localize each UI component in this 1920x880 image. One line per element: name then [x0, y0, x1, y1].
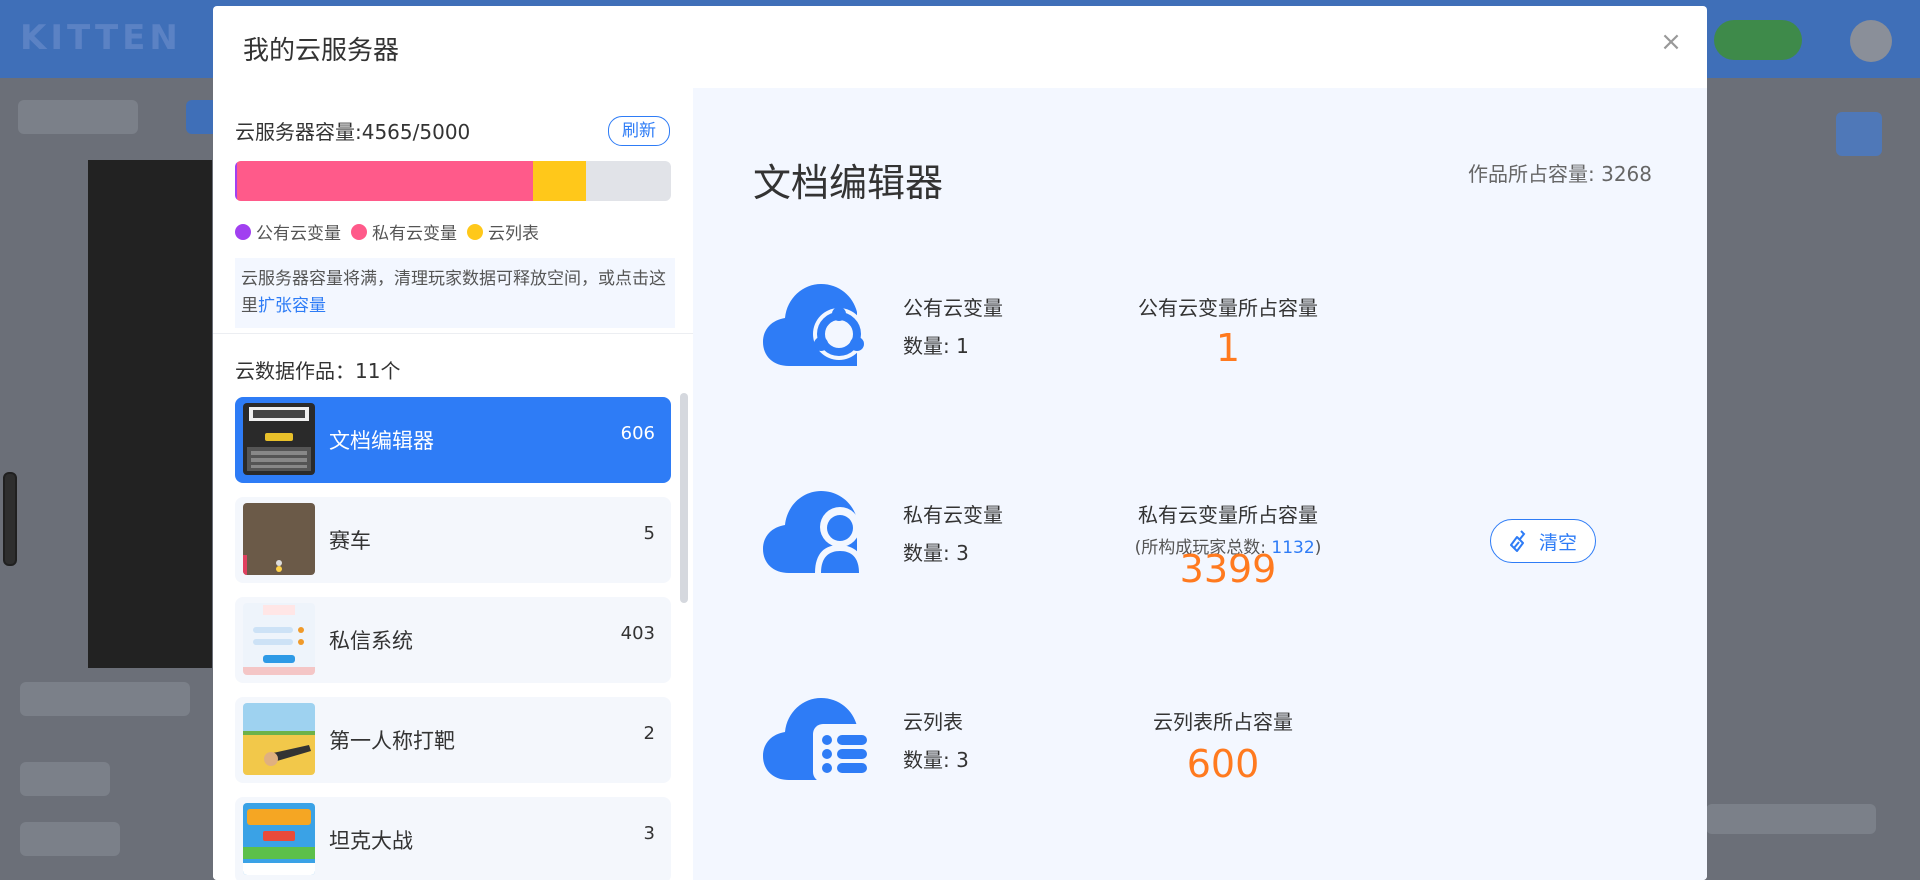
capacity-segment-private [236, 161, 534, 201]
dialog-title: 我的云服务器 [243, 36, 400, 66]
refresh-button[interactable]: 刷新 [608, 116, 670, 146]
works-count-label: 云数据作品：11个 [235, 359, 401, 383]
cloud-list-icon [763, 698, 875, 782]
work-size-label: 作品所占容量: 3268 [1468, 162, 1652, 186]
legend-item-public: 公有云变量 [235, 219, 341, 244]
close-icon: × [1660, 27, 1682, 57]
private-variable-capacity-label: 私有云变量所占容量 [1138, 503, 1318, 527]
background-scroll-handle [3, 472, 17, 566]
list-item[interactable]: 文档编辑器 606 [235, 397, 671, 483]
capacity-legend: 公有云变量 私有云变量 云列表 [235, 219, 539, 244]
clear-button[interactable]: 清空 [1490, 519, 1596, 563]
work-count: 5 [643, 523, 655, 544]
cloud-list-count: 数量: 3 [903, 748, 969, 772]
legend-label-list: 云列表 [488, 224, 539, 244]
background-button [1706, 804, 1876, 834]
clear-button-label: 清空 [1538, 531, 1577, 554]
private-variable-count: 数量: 3 [903, 541, 969, 565]
divider [213, 333, 693, 334]
cloud-list-row: 云列表 数量: 3 云列表所占容量 600 [693, 688, 1707, 798]
work-thumbnail [243, 703, 315, 775]
work-count: 2 [643, 723, 655, 744]
work-count: 3 [643, 823, 655, 844]
capacity-label: 云服务器容量:4565/5000 [235, 120, 471, 144]
works-list-scrollbar[interactable] [680, 393, 688, 603]
background-avatar [1850, 20, 1892, 62]
legend-dot-public [235, 223, 251, 240]
work-thumbnail [243, 403, 315, 475]
legend-label-public: 公有云变量 [256, 224, 341, 244]
private-variable-capacity-value: 3399 [1179, 547, 1277, 591]
legend-dot-list [467, 223, 483, 240]
public-variable-name: 公有云变量 [903, 296, 1003, 320]
close-button[interactable]: × [1657, 28, 1685, 56]
work-thumbnail [243, 503, 315, 575]
list-item[interactable]: 第一人称打靶 2 [235, 697, 671, 783]
work-name: 第一人称打靶 [329, 729, 455, 753]
public-variable-capacity-label: 公有云变量所占容量 [1138, 296, 1318, 320]
work-name: 文档编辑器 [329, 429, 434, 453]
cloud-user-icon [763, 491, 865, 573]
background-publish-button [1714, 20, 1802, 60]
legend-label-private: 私有云变量 [372, 224, 457, 244]
work-thumbnail [243, 603, 315, 675]
private-variable-row: 私有云变量 数量: 3 私有云变量所占容量 (所构成玩家总数: 1132) 33… [693, 481, 1707, 591]
legend-item-list: 云列表 [467, 219, 539, 244]
work-count: 403 [620, 623, 655, 644]
list-item[interactable]: 赛车 5 [235, 497, 671, 583]
background-button [20, 822, 120, 856]
background-logo: KITTEN [20, 18, 182, 58]
work-name: 赛车 [329, 529, 371, 553]
background-button [20, 762, 110, 796]
detail-panel: 文档编辑器 作品所占容量: 3268 公有云变量 数量: 1 公有云变量所占容量… [693, 88, 1707, 880]
list-item[interactable]: 私信系统 403 [235, 597, 671, 683]
background-button [18, 100, 138, 134]
work-count: 606 [620, 423, 655, 444]
public-variable-capacity-value: 1 [1215, 326, 1241, 370]
work-name: 私信系统 [329, 629, 413, 653]
public-variable-row: 公有云变量 数量: 1 公有云变量所占容量 1 [693, 274, 1707, 384]
cloud-list-name: 云列表 [903, 710, 963, 734]
left-panel: 云服务器容量:4565/5000 刷新 公有云变量 私有云变量 云列表 云服务器… [213, 88, 693, 880]
background-button [20, 682, 190, 716]
cloud-list-capacity-label: 云列表所占容量 [1153, 710, 1293, 734]
cloud-server-dialog: 我的云服务器 × 云服务器容量:4565/5000 刷新 公有云变量 私有云变量… [213, 6, 1707, 880]
background-stage [88, 160, 212, 668]
work-thumbnail [243, 803, 315, 875]
capacity-segment-list [533, 161, 586, 201]
public-variable-count: 数量: 1 [903, 334, 969, 358]
dialog-header: 我的云服务器 × [213, 6, 1707, 89]
cloud-list-capacity-value: 600 [1186, 742, 1260, 786]
background-button [1836, 112, 1882, 156]
private-variable-name: 私有云变量 [903, 503, 1003, 527]
list-item[interactable]: 坦克大战 3 [235, 797, 671, 880]
work-name: 坦克大战 [329, 829, 413, 853]
expand-capacity-link[interactable]: 扩张容量 [258, 296, 326, 316]
capacity-notice: 云服务器容量将满，清理玩家数据可释放空间，或点击这里扩张容量 [235, 258, 675, 328]
capacity-bar [235, 161, 671, 201]
legend-item-private: 私有云变量 [351, 219, 457, 244]
works-list: 文档编辑器 606 赛车 5 私信系统 403 第一人称打靶 2 坦克大战 3 [235, 397, 671, 880]
legend-dot-private [351, 223, 367, 240]
work-title: 文档编辑器 [753, 161, 944, 205]
cloud-share-icon [763, 284, 865, 366]
broom-icon [1509, 530, 1526, 552]
